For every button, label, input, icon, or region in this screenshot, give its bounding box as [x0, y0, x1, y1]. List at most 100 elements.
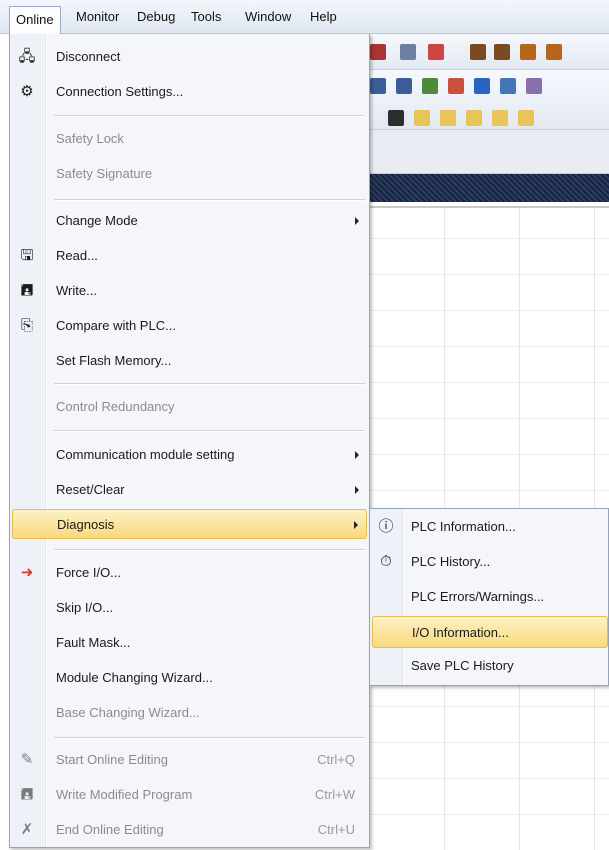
- toolbar-disconnect-icon[interactable]: [428, 44, 444, 60]
- menu-item-change-mode[interactable]: Change Mode: [12, 206, 367, 236]
- end-edit-icon: ✗: [20, 821, 34, 838]
- menu-item-label: Connection Settings...: [56, 84, 184, 99]
- menu-separator: [54, 549, 365, 551]
- menu-item-shortcut: Ctrl+W: [314, 787, 355, 802]
- toolbar-find-device-icon[interactable]: [520, 44, 536, 60]
- menu-item-reset-clear[interactable]: Reset/Clear: [12, 475, 367, 505]
- menubar-tools[interactable]: Tools: [185, 6, 227, 28]
- menu-item-label: Diagnosis: [57, 517, 115, 532]
- menu-item-safety-lock: Safety Lock: [12, 124, 367, 154]
- compare-icon: ⎘: [20, 317, 33, 334]
- toolbar-row-3: [370, 130, 609, 174]
- toolbar-replace-icon[interactable]: [546, 44, 562, 60]
- toolbar-find-icon[interactable]: [470, 44, 486, 60]
- menu-item-label: Start Online Editing: [56, 752, 169, 767]
- toolbar-label-icon[interactable]: [396, 78, 412, 94]
- submenu-item-label: I/O Information...: [412, 625, 509, 640]
- toolbar-find-next-icon[interactable]: [494, 44, 510, 60]
- write-modified-icon: 🖪: [20, 786, 34, 803]
- menu-item-shortcut: Ctrl+Q: [317, 752, 355, 767]
- read-icon: 🖫: [20, 247, 34, 264]
- submenu-arrow-icon: [355, 217, 359, 225]
- menu-item-force-io[interactable]: ➜ Force I/O...: [12, 558, 367, 588]
- plc-history-icon: ⏱: [380, 553, 392, 570]
- menubar-help[interactable]: Help: [304, 6, 343, 28]
- menu-item-label: Read...: [56, 248, 98, 263]
- toolbar-chart-icon[interactable]: [448, 78, 464, 94]
- toolbar-grid-icon[interactable]: [414, 110, 430, 126]
- online-menu: 🖧 Disconnect ⚙ Connection Settings... Sa…: [9, 34, 370, 848]
- menu-separator: [54, 430, 365, 432]
- menu-item-label: Change Mode: [56, 213, 138, 228]
- menu-item-label: Module Changing Wizard...: [56, 670, 213, 685]
- write-icon: 🖪: [20, 282, 34, 299]
- toolbar-image-icon[interactable]: [466, 110, 482, 126]
- menu-item-disconnect[interactable]: 🖧 Disconnect: [12, 42, 367, 72]
- menu-item-base-changing-wizard: Base Changing Wizard...: [12, 698, 367, 728]
- menu-item-label: Safety Lock: [56, 131, 124, 146]
- menu-item-shortcut: Ctrl+U: [317, 822, 355, 837]
- menu-item-label: End Online Editing: [56, 822, 164, 837]
- menu-item-write[interactable]: 🖪 Write...: [12, 276, 367, 306]
- submenu-item-save-plc-history[interactable]: Save PLC History: [372, 650, 608, 682]
- editor-tab-strip: [370, 174, 609, 202]
- toolbar-monitor-icon[interactable]: [422, 78, 438, 94]
- menu-item-read[interactable]: 🖫 Read...: [12, 241, 367, 271]
- toolbar-open-icon[interactable]: [440, 110, 456, 126]
- toolbar-edit-icon[interactable]: [500, 78, 516, 94]
- menu-item-label: Disconnect: [56, 49, 121, 64]
- menu-item-module-changing-wizard[interactable]: Module Changing Wizard...: [12, 663, 367, 693]
- menu-item-control-redundancy: Control Redundancy: [12, 392, 367, 422]
- menu-item-label: Write Modified Program: [56, 787, 193, 802]
- submenu-item-plc-errors-warnings[interactable]: PLC Errors/Warnings...: [372, 581, 608, 613]
- submenu-arrow-icon: [355, 486, 359, 494]
- submenu-arrow-icon: [355, 451, 359, 459]
- toolbar-device-icon[interactable]: [474, 78, 490, 94]
- menu-item-safety-signature: Safety Signature: [12, 159, 367, 189]
- menu-item-connection-settings[interactable]: ⚙ Connection Settings...: [12, 77, 367, 107]
- toolbar-link-icon[interactable]: [492, 110, 508, 126]
- menu-separator: [54, 115, 365, 117]
- menu-separator: [54, 199, 365, 201]
- menu-item-communication-module-setting[interactable]: Communication module setting: [12, 440, 367, 470]
- submenu-item-label: PLC Information...: [411, 519, 516, 534]
- online-edit-icon: ✎: [20, 751, 34, 768]
- diagnosis-submenu: ⓘ PLC Information... ⏱ PLC History... PL…: [369, 508, 609, 686]
- menu-item-fault-mask[interactable]: Fault Mask...: [12, 628, 367, 658]
- submenu-item-io-information[interactable]: I/O Information...: [372, 616, 608, 648]
- menu-item-compare-with-plc[interactable]: ⎘ Compare with PLC...: [12, 311, 367, 341]
- toolbar-network-icon[interactable]: [400, 44, 416, 60]
- menu-item-label: Force I/O...: [56, 565, 122, 580]
- toolbar-program-icon[interactable]: [370, 78, 386, 94]
- menu-separator: [54, 737, 365, 739]
- toolbar-row-1: [370, 34, 609, 70]
- toolbar-batch-icon[interactable]: [526, 78, 542, 94]
- submenu-item-plc-information[interactable]: ⓘ PLC Information...: [372, 511, 608, 543]
- submenu-item-label: PLC History...: [411, 554, 491, 569]
- submenu-arrow-icon: [354, 521, 358, 529]
- menubar-monitor[interactable]: Monitor: [70, 6, 125, 28]
- menu-item-skip-io[interactable]: Skip I/O...: [12, 593, 367, 623]
- submenu-item-plc-history[interactable]: ⏱ PLC History...: [372, 546, 608, 578]
- menu-item-label: Write...: [56, 283, 97, 298]
- submenu-item-label: Save PLC History: [411, 658, 514, 673]
- menu-item-label: Compare with PLC...: [56, 318, 176, 333]
- menu-item-write-modified-program: 🖪 Write Modified Program Ctrl+W: [12, 780, 367, 810]
- menu-item-start-online-editing: ✎ Start Online Editing Ctrl+Q: [12, 745, 367, 775]
- menubar-window[interactable]: Window: [239, 6, 297, 28]
- toolbar-cut-icon[interactable]: [370, 44, 386, 60]
- menu-separator: [54, 383, 365, 385]
- menubar-online[interactable]: Online: [9, 6, 61, 34]
- menu-item-label: Communication module setting: [56, 447, 235, 462]
- menubar-debug[interactable]: Debug: [131, 6, 181, 28]
- menubar: Online Monitor Debug Tools Window Help: [0, 0, 609, 34]
- menu-item-label: Safety Signature: [56, 166, 153, 181]
- disconnect-icon: 🖧: [18, 48, 36, 65]
- menu-item-diagnosis[interactable]: Diagnosis: [12, 509, 367, 539]
- toolbar-function-icon[interactable]: [518, 110, 534, 126]
- menu-item-set-flash-memory[interactable]: Set Flash Memory...: [12, 346, 367, 376]
- menu-item-label: Control Redundancy: [56, 399, 175, 414]
- toolbar-list-icon[interactable]: [388, 110, 404, 126]
- menu-item-label: Skip I/O...: [56, 600, 114, 615]
- menu-item-label: Base Changing Wizard...: [56, 705, 200, 720]
